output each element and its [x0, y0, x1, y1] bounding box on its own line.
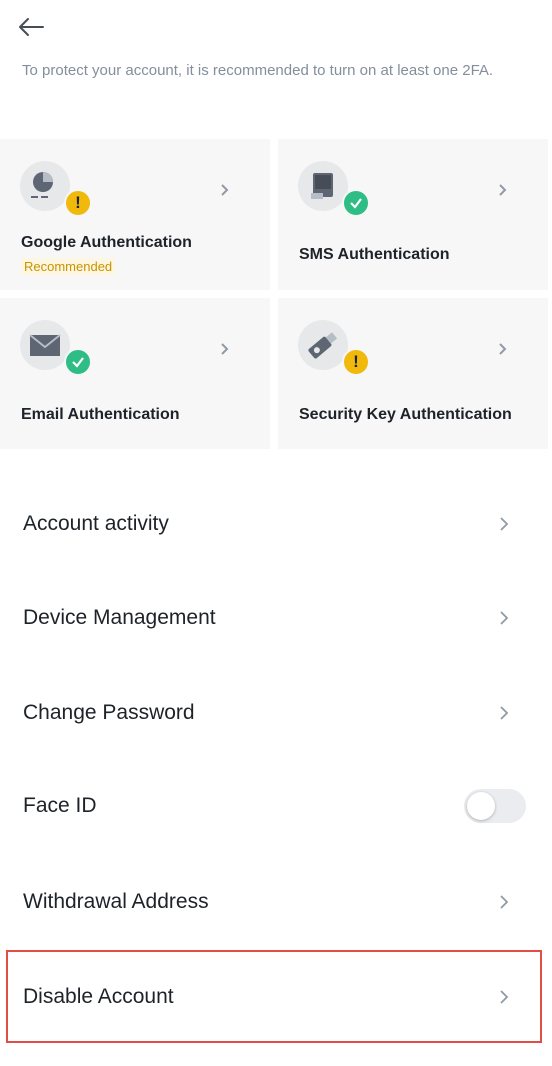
usb-key-icon [298, 320, 348, 370]
row-label: Device Management [23, 606, 216, 629]
envelope-icon-group [20, 320, 96, 376]
chevron-right-icon [500, 895, 509, 909]
envelope-icon [20, 320, 70, 370]
check-icon [342, 189, 370, 217]
chevron-right-icon [500, 611, 509, 625]
card-security-key-authentication[interactable]: ! Security Key Authentication [278, 298, 548, 449]
card-label: SMS Authentication [299, 246, 450, 263]
toggle-knob [467, 792, 495, 820]
exclamation-icon: ! [342, 348, 370, 376]
row-label: Disable Account [23, 985, 174, 1008]
authenticator-icon-group: ! [20, 161, 96, 217]
chevron-right-icon [221, 343, 229, 355]
row-label: Account activity [23, 512, 169, 535]
row-label: Withdrawal Address [23, 890, 209, 913]
withdrawal-address-row[interactable]: Withdrawal Address [0, 855, 552, 949]
chevron-right-icon [500, 517, 509, 531]
usb-key-icon-group: ! [298, 320, 374, 376]
chevron-right-icon [499, 184, 507, 196]
recommended-badge: Recommended [21, 258, 116, 275]
face-id-toggle[interactable] [464, 789, 526, 823]
account-activity-row[interactable]: Account activity [0, 477, 552, 571]
check-icon [64, 348, 92, 376]
security-intro-text: To protect your account, it is recommend… [22, 62, 494, 79]
arrow-left-icon [19, 18, 44, 36]
card-label: Security Key Authentication [299, 406, 512, 423]
chevron-right-icon [499, 343, 507, 355]
phone-icon-group [298, 161, 374, 217]
change-password-row[interactable]: Change Password [0, 666, 552, 760]
chevron-right-icon [500, 990, 509, 1004]
card-google-authentication[interactable]: ! Google Authentication Recommended [0, 139, 270, 290]
phone-icon [298, 161, 348, 211]
row-label: Change Password [23, 701, 195, 724]
exclamation-icon: ! [64, 189, 92, 217]
row-label: Face ID [23, 794, 97, 817]
face-id-row: Face ID [0, 759, 552, 853]
card-label: Google Authentication [21, 234, 192, 251]
card-sms-authentication[interactable]: SMS Authentication [278, 139, 548, 290]
disable-account-row[interactable]: Disable Account [0, 950, 552, 1044]
card-label: Email Authentication [21, 406, 180, 423]
card-email-authentication[interactable]: Email Authentication [0, 298, 270, 449]
authenticator-icon [20, 161, 70, 211]
chevron-right-icon [221, 184, 229, 196]
chevron-right-icon [500, 706, 509, 720]
back-button[interactable] [14, 12, 48, 42]
device-management-row[interactable]: Device Management [0, 571, 552, 665]
